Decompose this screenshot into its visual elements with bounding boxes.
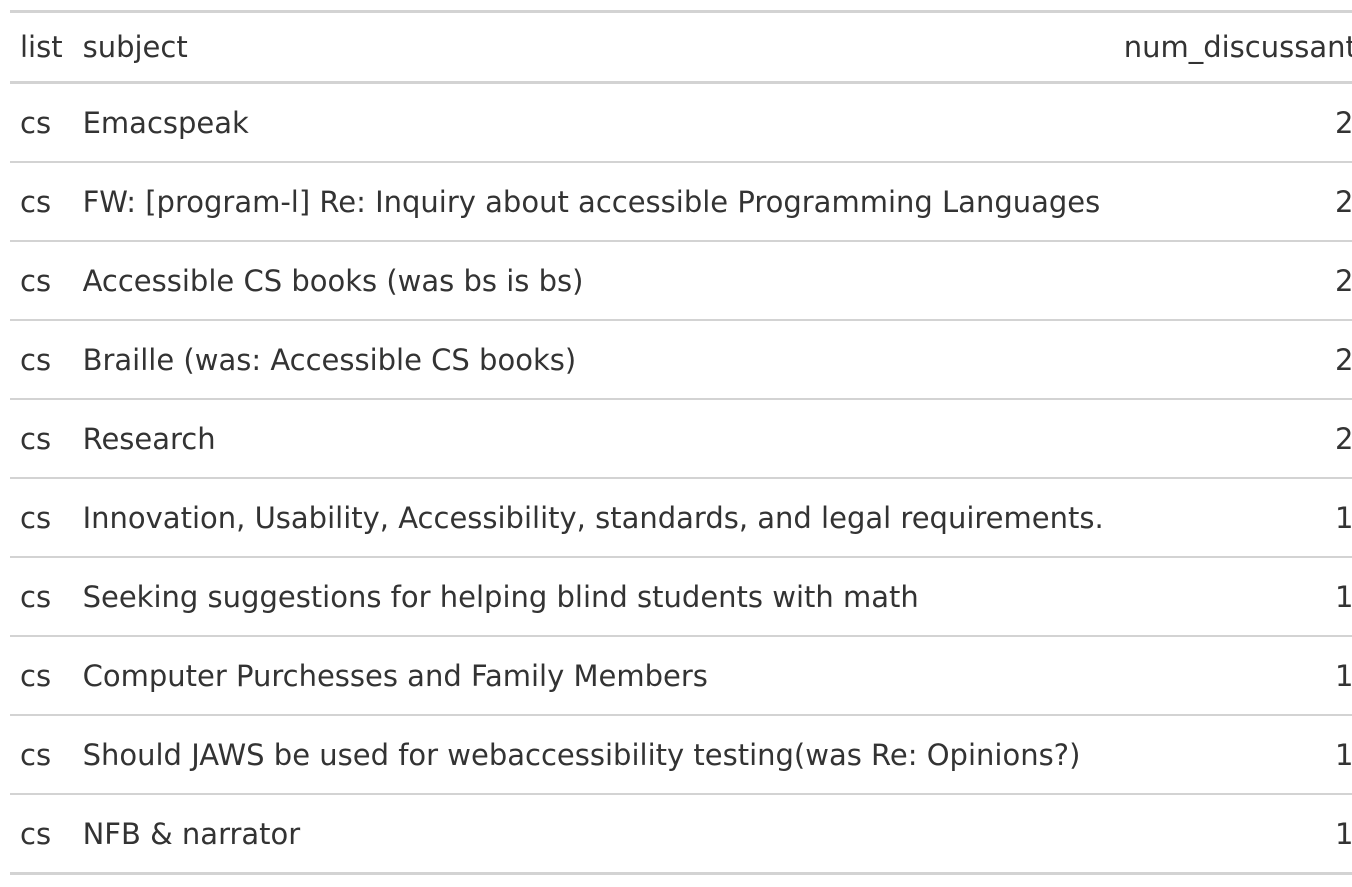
cell-num-discussants: 21 xyxy=(1113,319,1352,399)
cell-num-discussants: 22 xyxy=(1113,161,1352,241)
cell-list: cs xyxy=(10,635,73,715)
table-row: cs FW: [program-l] Re: Inquiry about acc… xyxy=(10,161,1352,241)
cell-num-discussants: 16 xyxy=(1113,714,1352,794)
table-row: cs Braille (was: Accessible CS books) 21 xyxy=(10,319,1352,399)
cell-subject: Computer Purchesses and Family Members xyxy=(72,635,1114,715)
cell-subject: Emacspeak xyxy=(82,105,249,140)
cell-list: cs xyxy=(10,793,73,874)
cell-subject: Research xyxy=(72,398,1114,478)
cell-num-discussants: 16 xyxy=(1113,635,1352,715)
table-row: cs Emacspeak 22 xyxy=(10,83,1352,163)
table-row: cs Seeking suggestions for helping blind… xyxy=(10,556,1352,636)
table-row: cs Innovation, Usability, Accessibility,… xyxy=(10,477,1352,557)
cell-num-discussants: 17 xyxy=(1113,556,1352,636)
table-header: list subject num_discussants xyxy=(10,11,1352,84)
table-row: cs Should JAWS be used for webaccessibil… xyxy=(10,714,1352,794)
cell-subject: Braille (was: Accessible CS books) xyxy=(72,319,1114,399)
cell-subject: Innovation, Usability, Accessibility, st… xyxy=(72,477,1114,557)
header-row: list subject num_discussants xyxy=(10,11,1352,84)
cell-num-discussants: 21 xyxy=(1113,240,1352,320)
table-row: cs Computer Purchesses and Family Member… xyxy=(10,635,1352,715)
cell-subject: Accessible CS books (was bs is bs) xyxy=(72,240,1114,320)
cell-subject: FW: [program-l] Re: Inquiry about access… xyxy=(72,161,1114,241)
cell-num-discussants: 16 xyxy=(1113,793,1352,874)
cell-list: cs xyxy=(10,319,73,399)
column-header-list: list xyxy=(10,11,73,84)
cell-list: cs xyxy=(10,556,73,636)
cell-list: cs xyxy=(10,398,73,478)
table-row: cs Accessible CS books (was bs is bs) 21 xyxy=(10,240,1352,320)
cell-list: cs xyxy=(10,240,73,320)
cell-list: cs xyxy=(20,105,52,140)
column-header-subject: subject xyxy=(72,11,1114,84)
cell-subject: Should JAWS be used for webaccessibility… xyxy=(72,714,1114,794)
cell-list: cs xyxy=(10,714,73,794)
table-body: cs Emacspeak 22 cs FW: [program-l] Re: I… xyxy=(10,83,1352,874)
cell-subject: Seeking suggestions for helping blind st… xyxy=(72,556,1114,636)
table-container: list subject num_discussants cs Emacspea… xyxy=(10,10,1352,875)
column-header-num-discussants: num_discussants xyxy=(1113,11,1352,84)
data-table: list subject num_discussants cs Emacspea… xyxy=(10,10,1352,875)
cell-subject: NFB & narrator xyxy=(72,793,1114,874)
cell-num-discussants: 17 xyxy=(1113,477,1352,557)
cell-list: cs xyxy=(10,161,73,241)
table-row: cs NFB & narrator 16 xyxy=(10,793,1352,874)
cell-num-discussants: 20 xyxy=(1113,398,1352,478)
table-row: cs Research 20 xyxy=(10,398,1352,478)
cell-num-discussants: 22 xyxy=(1335,105,1352,140)
cell-list: cs xyxy=(10,477,73,557)
